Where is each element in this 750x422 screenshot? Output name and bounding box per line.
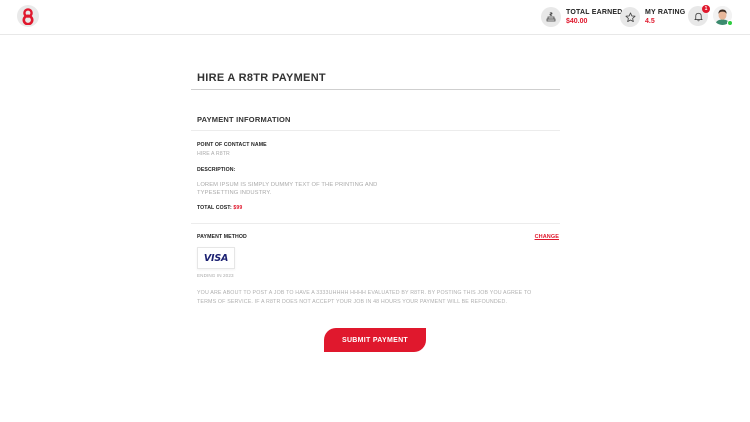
total-earned: TOTAL EARNED $40.00 <box>541 6 622 28</box>
change-payment-link[interactable]: CHANGE <box>535 234 559 240</box>
payment-method-label: PAYMENT METHOD <box>197 234 247 240</box>
section-title: PAYMENT INFORMATION <box>197 115 291 124</box>
page-title: HIRE A R8TR PAYMENT <box>197 72 326 84</box>
r8tr-logo[interactable] <box>17 5 39 27</box>
total-earned-label: TOTAL EARNED <box>566 8 623 16</box>
card-ending-text: ENDING IN 2023 <box>197 273 234 278</box>
total-cost-label: TOTAL COST: <box>197 205 232 211</box>
total-cost-value: $99 <box>233 205 243 211</box>
section-divider <box>191 130 560 131</box>
description-text: LOREM IPSUM IS SIMPLY DUMMY TEXT OF THE … <box>197 182 378 196</box>
total-earned-value: $40.00 <box>566 17 588 25</box>
contact-value: HIRE A R8TR <box>197 151 230 157</box>
description-label: DESCRIPTION: <box>197 167 236 173</box>
visa-logo-icon: VISA <box>203 252 229 264</box>
submit-payment-button[interactable]: SUBMIT PAYMENT <box>324 328 426 352</box>
online-status-dot <box>727 20 733 26</box>
rating-value: 4.5 <box>645 17 655 25</box>
rating-label: MY RATING <box>645 8 686 16</box>
my-rating: MY RATING 4.5 <box>620 6 685 28</box>
logo-8-icon <box>22 7 34 25</box>
star-icon <box>620 7 640 27</box>
money-stack-icon <box>541 7 561 27</box>
total-cost: TOTAL COST: $99 <box>197 205 242 211</box>
notifications-button[interactable]: 1 <box>688 5 710 26</box>
user-avatar-button[interactable] <box>713 6 733 26</box>
method-divider <box>191 223 560 224</box>
contact-label: POINT OF CONTACT NAME <box>197 142 267 148</box>
title-divider <box>191 89 560 90</box>
top-bar: TOTAL EARNED $40.00 MY RATING 4.5 1 <box>0 0 750 35</box>
notification-badge: 1 <box>702 5 710 13</box>
terms-notice: YOU ARE ABOUT TO POST A JOB TO HAVE A 33… <box>197 290 532 305</box>
visa-card[interactable]: VISA <box>197 247 235 269</box>
